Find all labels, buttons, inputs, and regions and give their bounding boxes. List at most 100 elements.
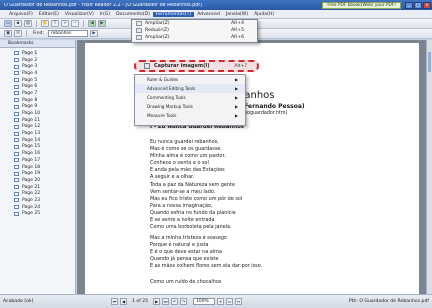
menu-item-measure[interactable]: Measure Tools ▶ bbox=[135, 111, 245, 120]
bookmark-page-22[interactable]: Page 22 bbox=[14, 190, 75, 197]
menu-item-advanced-editing[interactable]: Advanced Editing Tools ▶ bbox=[135, 84, 245, 93]
zoom-select[interactable]: 100% bbox=[193, 298, 216, 305]
promo-banner[interactable]: Free PDF Ebook(Web) your PDF! bbox=[322, 1, 401, 9]
bookmark-page-6[interactable]: Page 6 bbox=[14, 83, 75, 90]
bookmark-page-7[interactable]: Page 7 bbox=[14, 90, 75, 97]
page-icon bbox=[14, 158, 19, 163]
menu-help[interactable]: Ajuda(H) bbox=[251, 12, 277, 17]
menu-tools[interactable]: Ferramentas(T) bbox=[152, 11, 195, 17]
go-forward-icon[interactable]: ▶ bbox=[98, 20, 106, 27]
bookmark-page-14[interactable]: Page 14 bbox=[14, 137, 75, 144]
page-icon bbox=[14, 91, 19, 96]
menu-go[interactable]: Ir(G) bbox=[97, 12, 113, 17]
layers-icon[interactable]: ≡ bbox=[14, 30, 22, 37]
bookmark-page-11[interactable]: Page 11 bbox=[14, 117, 75, 124]
poem-stanza-1: Eu nunca guardei rebanhos, Mas é como se… bbox=[150, 139, 242, 231]
save-icon[interactable]: ▪ bbox=[14, 20, 22, 27]
back-icon[interactable]: ↶ bbox=[171, 298, 179, 305]
open-icon[interactable]: ▭ bbox=[4, 20, 12, 27]
poem-line: Como uma borboleta pela janela. bbox=[150, 224, 232, 231]
forward-icon[interactable]: ↷ bbox=[180, 298, 188, 305]
bookmark-icon[interactable]: ▣ bbox=[4, 30, 12, 37]
poem-line: E as mãos colhem flores sem ela dar por … bbox=[150, 263, 263, 270]
find-next-icon[interactable]: ▶ bbox=[89, 30, 98, 37]
bookmark-page-2[interactable]: Page 2 bbox=[14, 57, 75, 64]
prev-page-icon[interactable]: ◀ bbox=[120, 298, 127, 305]
bookmark-page-17[interactable]: Page 17 bbox=[14, 157, 75, 164]
first-page-icon[interactable]: ⏮ bbox=[111, 298, 118, 305]
menu-edit[interactable]: Editar(E) bbox=[36, 12, 62, 17]
menu-item-ruler[interactable]: Ruler & Guides ▶ bbox=[135, 75, 245, 84]
hand-tool-icon[interactable]: ✋ bbox=[41, 20, 49, 27]
bookmark-page-13[interactable]: Page 13 bbox=[14, 130, 75, 137]
bookmarks-panel: Bookmarks Page 1 Page 2 Page 3 Page 4 Pa… bbox=[0, 40, 76, 294]
bookmark-page-24[interactable]: Page 24 bbox=[14, 204, 75, 211]
poem-line: E anda pela mão das Estações bbox=[150, 167, 225, 174]
bookmark-page-19[interactable]: Page 19 bbox=[14, 170, 75, 177]
chevron-right-icon: ▶ bbox=[235, 86, 239, 91]
menu-item-zoom-in[interactable]: Ampliar(Z) Alt+4 bbox=[132, 20, 257, 27]
bookmark-page-1[interactable]: Page 1 bbox=[14, 50, 75, 57]
menu-item-capture-image[interactable]: Capturar imagem(I) Alt+7 bbox=[134, 60, 259, 72]
bookmark-page-21[interactable]: Page 21 bbox=[14, 184, 75, 191]
print-icon[interactable]: ▤ bbox=[24, 20, 32, 27]
bookmark-page-4[interactable]: Page 4 bbox=[14, 70, 75, 77]
document-view[interactable]: banhos e Fernando Pessoa) agnoguardador.… bbox=[77, 40, 426, 294]
menu-item-zoom-out[interactable]: Reduzir(Z) Alt+5 bbox=[132, 27, 257, 34]
bookmark-page-10[interactable]: Page 10 bbox=[14, 110, 75, 117]
fit-width-icon[interactable]: ↔ bbox=[235, 298, 243, 305]
window-title: O Guardador de Rebanhos.pdf - Foxit Read… bbox=[4, 2, 202, 8]
close-button[interactable]: x bbox=[423, 1, 431, 9]
bookmark-page-9[interactable]: Page 9 bbox=[14, 104, 75, 111]
find-input[interactable]: rebanhos bbox=[47, 30, 88, 37]
fit-page-icon[interactable]: ▭ bbox=[226, 298, 234, 305]
maximize-button[interactable]: □ bbox=[414, 1, 422, 9]
menu-advanced[interactable]: Advanced bbox=[194, 12, 223, 17]
page-icon bbox=[14, 118, 19, 123]
page-icon bbox=[14, 144, 19, 149]
bookmarks-header: Bookmarks bbox=[0, 40, 75, 48]
menu-document[interactable]: Documento(D) bbox=[113, 12, 153, 17]
status-text: Acabado [ok] bbox=[3, 299, 34, 304]
zoom-out-icon bbox=[136, 28, 142, 33]
bookmark-page-3[interactable]: Page 3 bbox=[14, 63, 75, 70]
page-icon bbox=[14, 111, 19, 116]
toolbar-divider bbox=[26, 30, 27, 37]
page-icon bbox=[14, 84, 19, 89]
poem-line: Vem sentar-se a meu lado. bbox=[150, 188, 216, 195]
last-page-icon[interactable]: ⏭ bbox=[162, 298, 170, 305]
zoom-in-icon[interactable]: + bbox=[61, 20, 69, 27]
chevron-right-icon: ▶ bbox=[235, 95, 239, 100]
select-text-icon[interactable]: T bbox=[51, 20, 59, 27]
menu-item-commenting[interactable]: Commenting Tools ▶ bbox=[135, 93, 245, 102]
go-back-icon[interactable]: ◀ bbox=[88, 20, 96, 27]
page-icon bbox=[14, 198, 19, 203]
menu-item-drawing-markup[interactable]: Drawing Markup Tools ▶ bbox=[135, 102, 245, 111]
bookmark-page-23[interactable]: Page 23 bbox=[14, 197, 75, 204]
menu-window[interactable]: Janela(W) bbox=[223, 12, 251, 17]
next-page-icon[interactable]: ▶ bbox=[153, 298, 161, 305]
bookmark-page-20[interactable]: Page 20 bbox=[14, 177, 75, 184]
zoom-out-icon[interactable]: − bbox=[71, 20, 79, 27]
bookmark-page-15[interactable]: Page 15 bbox=[14, 144, 75, 151]
menu-view[interactable]: Visualizar(V) bbox=[62, 12, 97, 17]
page-navigation: ⏮ ◀ 1 of 25 ▶ ⏭ ↶ ↷ 100% + ▭ ↔ bbox=[111, 298, 243, 305]
page-indicator[interactable]: 1 of 25 bbox=[132, 299, 148, 304]
page-icon bbox=[14, 185, 19, 190]
menu-item-zoom-tool[interactable]: Ampliar(Z) Alt+6 bbox=[132, 34, 257, 41]
menu-file[interactable]: Arquivo(F) bbox=[6, 12, 36, 17]
page-icon bbox=[14, 104, 19, 109]
chevron-right-icon: ▶ bbox=[235, 113, 239, 118]
bookmark-page-18[interactable]: Page 18 bbox=[14, 164, 75, 171]
scroll-thumb[interactable] bbox=[428, 52, 431, 72]
vertical-scrollbar[interactable] bbox=[426, 40, 432, 294]
bookmark-page-12[interactable]: Page 12 bbox=[14, 124, 75, 131]
bookmark-page-8[interactable]: Page 8 bbox=[14, 97, 75, 104]
bookmark-page-16[interactable]: Page 16 bbox=[14, 150, 75, 157]
bookmark-page-5[interactable]: Page 5 bbox=[14, 77, 75, 84]
bookmark-page-25[interactable]: Page 25 bbox=[14, 211, 75, 218]
zoom-plus-icon[interactable]: + bbox=[217, 298, 225, 305]
poem-stanza-3: Como um ruído de chocalhos bbox=[150, 279, 221, 286]
minimize-button[interactable]: _ bbox=[405, 1, 413, 9]
page-icon bbox=[14, 138, 19, 143]
